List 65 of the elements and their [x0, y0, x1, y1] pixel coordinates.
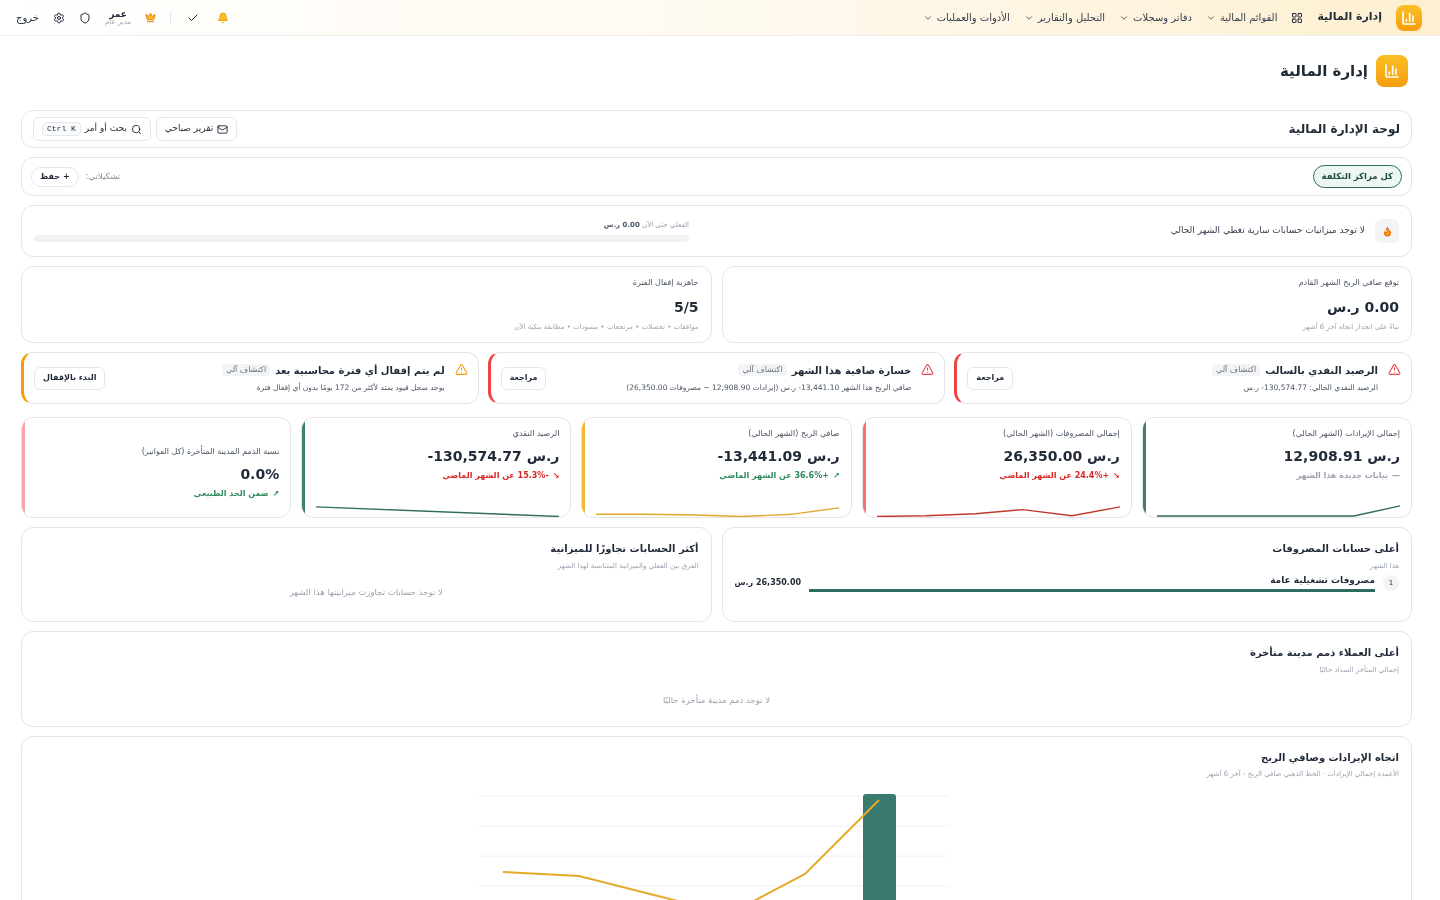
kpi-value: -130,574.77 ر.س — [426, 447, 560, 466]
kpi-title: الرصيد النقدي — [511, 428, 560, 440]
alert-title: الرصيد النقدي بالسالب — [1265, 363, 1378, 378]
menu-item[interactable]: دفاتر وسجلات — [1119, 10, 1192, 25]
budget-message: لا توجد ميزانيات حسابات سارية تغطي الشهر الحالي — [1170, 224, 1365, 238]
trend-icon: — — [1392, 470, 1400, 482]
kpi-value: 12,908.91 ر.س — [1282, 447, 1400, 466]
shield-icon[interactable] — [79, 11, 91, 24]
logout-link[interactable]: خروج — [16, 10, 39, 25]
page-title: إدارة المالية — [1280, 60, 1368, 82]
trend-icon: ↘ — [1113, 470, 1120, 482]
flame-icon — [1375, 219, 1399, 243]
card-title: جاهزية إقفال الفترة — [631, 277, 699, 289]
section-title: أعلى العملاء ذمم مدينة متأخرة — [1249, 645, 1399, 660]
menu-item[interactable]: القوائم المالية — [1205, 10, 1278, 25]
empty-message: لا توجد ذمم مدينة متأخرة حاليًا — [663, 693, 770, 707]
section-title: اتجاه الإيرادات وصافي الربح — [1259, 751, 1399, 765]
kpi-change: بيانات جديدة هذا الشهر — [1296, 470, 1388, 482]
search-icon — [130, 123, 142, 135]
kpi-title: إجمالي الإيرادات (الشهر الحالي) — [1291, 428, 1400, 440]
section-title: أكثر الحسابات تجاوزًا للميزانية — [549, 541, 699, 556]
card-value: 5/5 — [672, 298, 699, 317]
user-name: عمر — [109, 9, 127, 19]
kpi-change: -15.3% عن الشهر الماضي — [442, 470, 549, 482]
cost-center-chip[interactable]: كل مراكز التكلفة — [1312, 165, 1402, 188]
empty-message: لا توجد حسابات تجاوزت ميزانيتها هذا الشهر — [289, 585, 443, 599]
brand-name: إدارة المالية — [1317, 9, 1382, 26]
section-title: أعلى حسابات المصروفات — [1271, 541, 1399, 556]
menu-item[interactable]: الأدوات والعمليات — [922, 10, 1010, 25]
kpi-title: إجمالي المصروفات (الشهر الحالي) — [1002, 428, 1120, 440]
alert-action-button[interactable]: مراجعة — [500, 366, 547, 390]
kpi-change: ضمن الحد الطبيعي — [193, 488, 269, 500]
kpi-title: صافي الربح (الشهر الحالي) — [747, 428, 840, 440]
expense-amount: 26,350.00 ر.س — [734, 576, 801, 589]
auto-detect-tag: اكتشاف آلي — [738, 364, 787, 377]
settings-icon[interactable] — [53, 11, 65, 24]
kpi-value: 0.0% — [239, 465, 280, 484]
logo-icon — [1376, 55, 1408, 87]
logo-icon — [1396, 4, 1422, 31]
crown-icon — [145, 12, 157, 23]
expense-name: مصروفات تشغيلية عامة — [1269, 573, 1375, 587]
morning-report-button[interactable]: تقرير صباحي — [155, 117, 238, 141]
trend-icon: ↗ — [832, 470, 840, 482]
trend-icon: ↘ — [552, 470, 560, 482]
alert-title: لم يتم إقفال أي فترة محاسبية بعد — [275, 363, 445, 378]
search-placeholder: بحث أو أمر — [84, 122, 127, 136]
alert-title: خسارة صافية هذا الشهر — [791, 363, 912, 378]
card-value: 0.00 ر.س — [1325, 298, 1399, 317]
kpi-change: +24.4% عن الشهر الماضي — [999, 470, 1110, 482]
kpi-value: -13,441.09 ر.س — [716, 447, 840, 466]
card-title: توقع صافي الربح الشهر القادم — [1297, 277, 1399, 289]
alert-action-button[interactable]: البدء بالإقفال — [34, 366, 106, 390]
dashboard-title: لوحة الإدارة المالية — [1288, 121, 1400, 138]
alert-action-button[interactable]: مراجعة — [967, 366, 1014, 390]
auto-detect-tag: اكتشاف آلي — [221, 364, 271, 377]
trend-icon: ↗ — [272, 488, 280, 500]
kpi-title: نسبة الذمم المدينة المتأخرة (كل الفواتير) — [140, 446, 280, 458]
grid-icon[interactable] — [1291, 11, 1304, 24]
auto-detect-tag: اكتشاف آلي — [1212, 364, 1261, 377]
mail-icon — [217, 123, 229, 135]
kpi-value: 26,350.00 ر.س — [1002, 447, 1120, 466]
menu-item[interactable]: التحليل والتقارير — [1023, 10, 1106, 25]
saved-views-label: تشكيلاتي: — [85, 170, 121, 183]
kpi-change: +36.6% عن الشهر الماضي — [719, 470, 829, 482]
shortcut-key: Ctrl K — [42, 122, 81, 136]
